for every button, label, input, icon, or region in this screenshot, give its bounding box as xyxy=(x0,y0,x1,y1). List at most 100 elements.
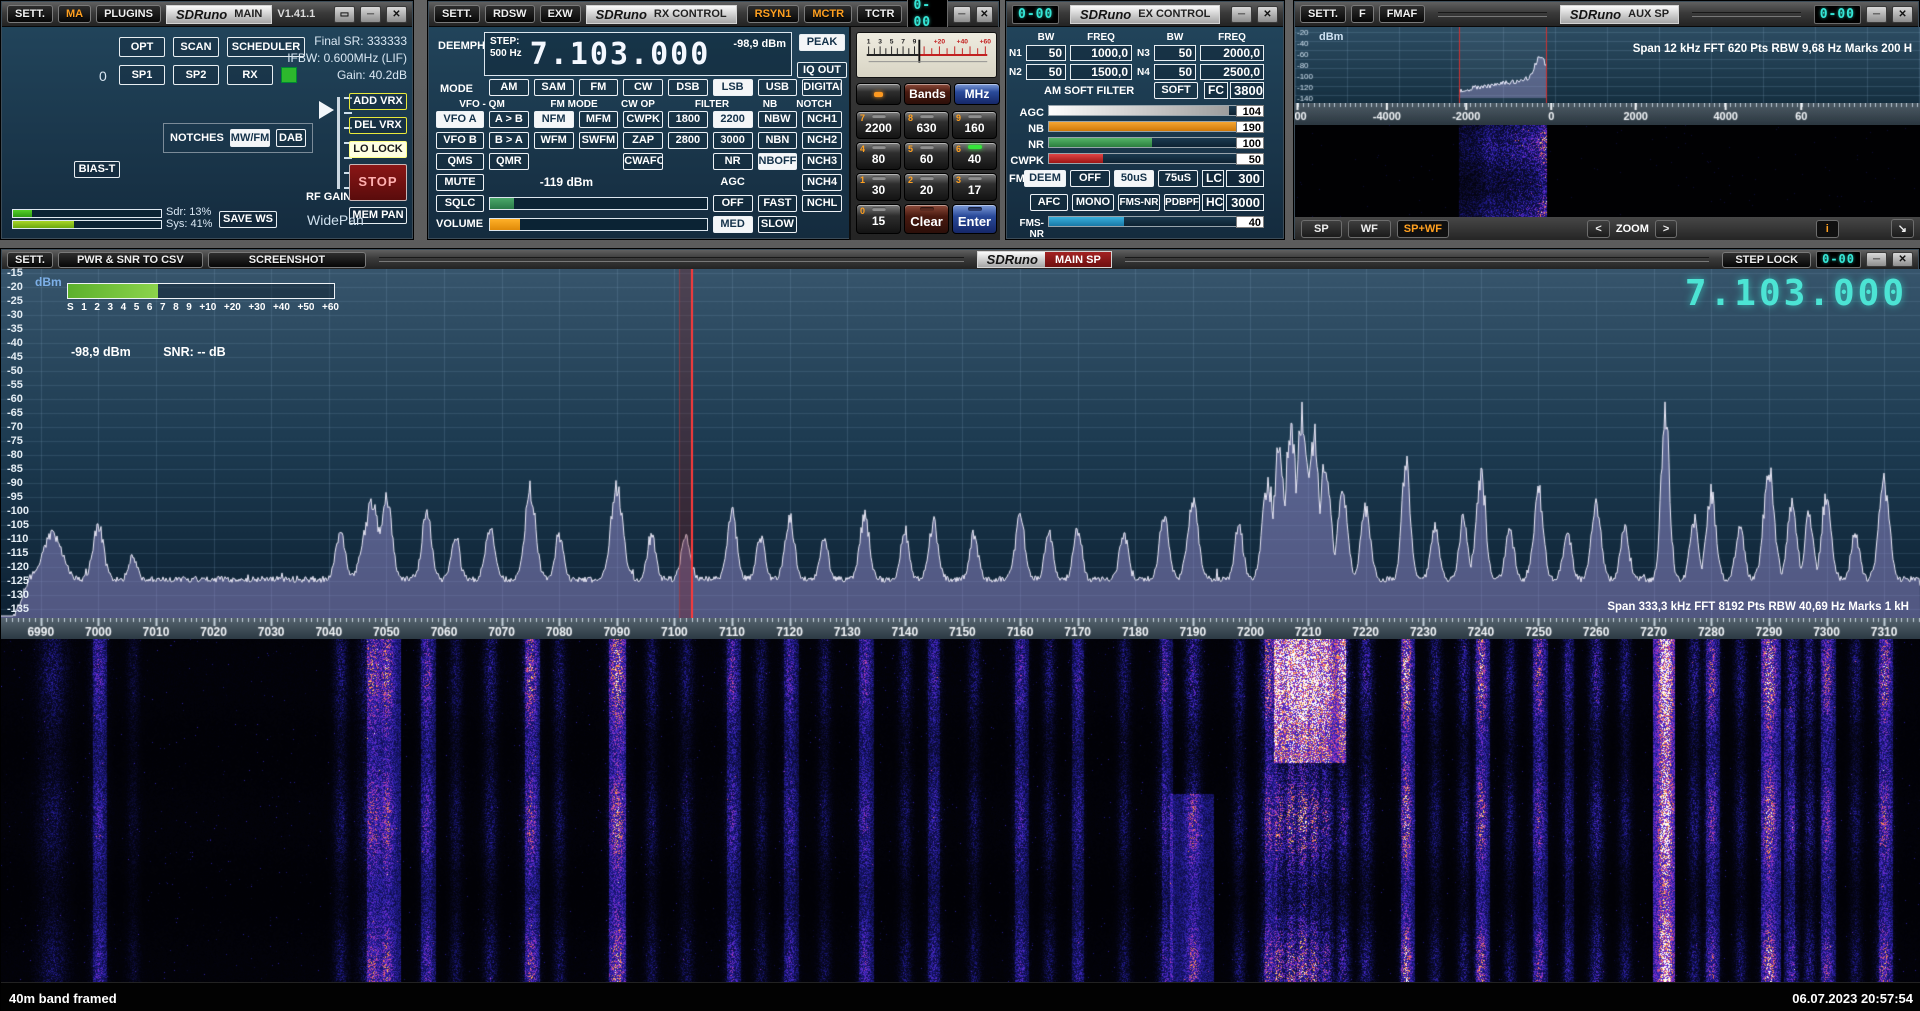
fmaf-button[interactable]: FMAF xyxy=(1379,5,1426,23)
zoom-in-icon[interactable]: < xyxy=(1587,220,1609,238)
n1-freq-field[interactable]: 1000,0 xyxy=(1070,45,1132,61)
sp-frequency-display[interactable]: 7.103.000 xyxy=(1685,273,1907,314)
minimize-icon[interactable]: ─ xyxy=(1866,252,1887,267)
step-lock-button[interactable]: STEP LOCK xyxy=(1722,252,1811,268)
qmr-button[interactable]: QMR xyxy=(489,153,529,170)
wfm-button[interactable]: WFM xyxy=(534,132,574,149)
minimize-icon[interactable]: ─ xyxy=(1231,6,1252,23)
sp-view-button[interactable]: SP xyxy=(1301,220,1342,238)
n3-bw-field[interactable]: 50 xyxy=(1154,45,1196,61)
agc-fast-button[interactable]: FAST xyxy=(758,195,798,212)
fc-value-field[interactable]: 3800 xyxy=(1230,82,1264,99)
key-8-630[interactable]: 8630 xyxy=(904,111,949,139)
volume-slider[interactable] xyxy=(489,218,708,231)
filter-1800-button[interactable]: 1800 xyxy=(668,111,708,128)
rdsw-button[interactable]: RDSW xyxy=(485,5,535,23)
key-1-30[interactable]: 130 xyxy=(856,173,901,201)
filter-2800-button[interactable]: 2800 xyxy=(668,132,708,149)
zap-button[interactable]: ZAP xyxy=(623,132,663,149)
iq-out-button[interactable]: IQ OUT xyxy=(797,62,847,78)
cwpk-slider[interactable] xyxy=(1048,153,1264,164)
key-5-60[interactable]: 560 xyxy=(904,142,949,170)
close-icon[interactable]: ✕ xyxy=(1892,6,1913,23)
info-button[interactable]: i xyxy=(1816,220,1839,238)
cwpk-button[interactable]: CWPK xyxy=(623,111,663,128)
aux-waterfall[interactable] xyxy=(1295,125,1920,217)
nch2-button[interactable]: NCH2 xyxy=(802,132,842,149)
main-waterfall[interactable] xyxy=(1,639,1920,982)
vfo-b-button[interactable]: VFO B xyxy=(436,132,484,149)
enter-button[interactable]: Enter xyxy=(952,204,997,234)
mode-button-am[interactable]: AM xyxy=(489,79,529,96)
zoom-out-icon[interactable]: > xyxy=(1655,220,1677,238)
mono-button[interactable]: MONO xyxy=(1072,194,1114,211)
close-icon[interactable]: ✕ xyxy=(1257,6,1278,23)
pdbpf-button[interactable]: PDBPF xyxy=(1164,194,1200,211)
minimize-icon[interactable]: ─ xyxy=(360,6,381,23)
exw-button[interactable]: EXW xyxy=(540,5,581,23)
opt-button[interactable]: OPT xyxy=(119,37,165,57)
main-settings-button[interactable]: SETT. xyxy=(7,5,53,23)
key-0-15[interactable]: 015 xyxy=(856,204,901,234)
a-to-b-button[interactable]: A > B xyxy=(489,111,529,128)
save-workspace-button[interactable]: SAVE WS xyxy=(219,211,277,228)
lc-value-field[interactable]: 300 xyxy=(1226,170,1264,187)
sqlc-button[interactable]: SQLC xyxy=(436,195,484,212)
mode-button-usb[interactable]: USB xyxy=(758,79,798,96)
lo-lock-button[interactable]: LO LOCK xyxy=(349,141,407,158)
mode-button-cw[interactable]: CW xyxy=(623,79,663,96)
nbw-button[interactable]: NBW xyxy=(758,111,798,128)
deemphasis-50us-button[interactable]: 50uS xyxy=(1114,170,1154,187)
add-vrx-button[interactable]: ADD VRX xyxy=(349,93,407,110)
minimize-icon[interactable]: ─ xyxy=(953,6,970,23)
main-spectrum[interactable]: -15-20-25-30-35-40-45-50-55-60-65-70-75-… xyxy=(1,269,1920,618)
mode-button-dsb[interactable]: DSB xyxy=(668,79,708,96)
mute-button[interactable]: MUTE xyxy=(436,174,484,191)
del-vrx-button[interactable]: DEL VRX xyxy=(349,117,407,134)
n4-freq-field[interactable]: 2500,0 xyxy=(1200,64,1264,80)
clear-button[interactable]: Clear xyxy=(904,204,949,234)
tctr-button[interactable]: TCTR xyxy=(857,5,902,23)
soft-button[interactable]: SOFT xyxy=(1154,82,1198,99)
sp2-button[interactable]: SP2 xyxy=(173,65,219,85)
dab-notch-button[interactable]: DAB xyxy=(276,129,306,147)
f-button[interactable]: F xyxy=(1351,5,1374,23)
mode-button-fm[interactable]: FM xyxy=(579,79,619,96)
mode-button-digital[interactable]: DIGITAL xyxy=(802,79,842,96)
bands-button[interactable]: Bands xyxy=(904,83,951,105)
rx-settings-button[interactable]: SETT. xyxy=(434,5,480,23)
nb-slider[interactable] xyxy=(1048,121,1264,132)
aux-spectrum[interactable]: dBm Span 12 kHz FFT 620 Pts RBW 9,68 Hz … xyxy=(1295,27,1920,103)
plugins-button[interactable]: PLUGINS xyxy=(96,5,161,23)
aux-frequency-axis[interactable] xyxy=(1295,103,1920,125)
close-icon[interactable]: ✕ xyxy=(976,6,993,23)
ma-button[interactable]: MA xyxy=(58,5,91,23)
sp-frequency-axis[interactable] xyxy=(1,618,1920,639)
key-9-160[interactable]: 9160 xyxy=(952,111,997,139)
pwr-snr-csv-button[interactable]: PWR & SNR TO CSV xyxy=(58,252,203,268)
rf-gain-handle[interactable] xyxy=(319,101,343,119)
hc-value-field[interactable]: 3000 xyxy=(1226,194,1264,211)
nbn-button[interactable]: NBN xyxy=(758,132,798,149)
agc-slider[interactable] xyxy=(1048,105,1264,116)
scan-button[interactable]: SCAN xyxy=(173,37,219,57)
cwafc-button[interactable]: CWAFC xyxy=(623,153,663,170)
rsyn1-button[interactable]: RSYN1 xyxy=(747,5,800,23)
nch1-button[interactable]: NCH1 xyxy=(802,111,842,128)
stop-button[interactable]: STOP xyxy=(349,164,407,201)
mwfm-notch-button[interactable]: MW/FM xyxy=(230,129,270,147)
nr-slider[interactable] xyxy=(1048,137,1264,148)
qms-button[interactable]: QMS xyxy=(436,153,484,170)
resize-corner-icon[interactable]: ↘ xyxy=(1891,219,1914,238)
key-4-80[interactable]: 480 xyxy=(856,142,901,170)
aux-settings-button[interactable]: SETT. xyxy=(1300,5,1346,23)
swfm-button[interactable]: SWFM xyxy=(579,132,619,149)
nch4-button[interactable]: NCH4 xyxy=(802,174,842,191)
mhz-button[interactable]: MHz xyxy=(954,83,1000,105)
squelch-slider[interactable] xyxy=(489,197,708,210)
n2-freq-field[interactable]: 1500,0 xyxy=(1070,64,1132,80)
mode-button-sam[interactable]: SAM xyxy=(534,79,574,96)
mode-button-lsb[interactable]: LSB xyxy=(713,79,753,96)
nr-button[interactable]: NR xyxy=(713,153,753,170)
nfm-button[interactable]: NFM xyxy=(534,111,574,128)
